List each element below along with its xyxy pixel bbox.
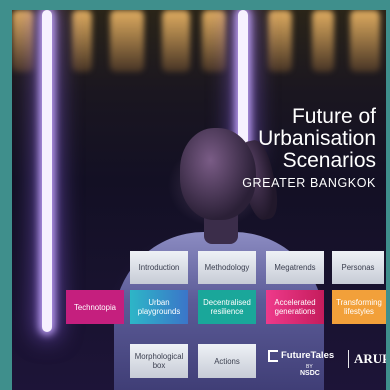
cover-image: Future of Urbanisation Scenarios GREATER… bbox=[12, 10, 386, 390]
window-light bbox=[162, 10, 190, 72]
technotopia-label: Technotopia bbox=[73, 302, 117, 312]
label-line: Urban bbox=[148, 298, 170, 307]
futuretales-name: FutureTales bbox=[281, 350, 335, 361]
window-light bbox=[72, 10, 92, 72]
person-head bbox=[180, 128, 256, 220]
morphological-box-button[interactable]: Morphological box bbox=[130, 344, 188, 378]
arup-logo: ARUP bbox=[354, 351, 386, 366]
introduction-button[interactable]: Introduction bbox=[130, 251, 188, 284]
label-line: Morphological bbox=[134, 352, 184, 361]
megatrends-button[interactable]: Megatrends bbox=[266, 251, 324, 284]
label-line: box bbox=[152, 361, 166, 370]
label-line: resilience bbox=[210, 307, 244, 316]
personas-label: Personas bbox=[341, 263, 375, 272]
futuretales-logo: FutureTales BY NSDC bbox=[268, 348, 346, 382]
urban-playgrounds-label: Urban playgrounds bbox=[138, 298, 180, 316]
label-line: Decentralised bbox=[203, 298, 251, 307]
window-light bbox=[268, 10, 292, 72]
accelerated-generations-label: Accelerated generations bbox=[274, 298, 315, 316]
page-subtitle: GREATER BANGKOK bbox=[242, 176, 376, 190]
futuretales-mark-icon bbox=[268, 350, 278, 362]
transforming-lifestyles-label: Transforming lifestyles bbox=[336, 298, 382, 316]
label-line: generations bbox=[274, 307, 316, 316]
accelerated-generations-button[interactable]: Accelerated generations bbox=[266, 290, 324, 324]
decentralised-resilience-label: Decentralised resilience bbox=[203, 298, 251, 316]
methodology-button[interactable]: Methodology bbox=[198, 251, 256, 284]
introduction-label: Introduction bbox=[138, 263, 180, 272]
decentralised-resilience-button[interactable]: Decentralised resilience bbox=[198, 290, 256, 324]
urban-playgrounds-button[interactable]: Urban playgrounds bbox=[130, 290, 188, 324]
logo-divider bbox=[348, 350, 349, 368]
actions-button[interactable]: Actions bbox=[198, 344, 256, 378]
window-light bbox=[202, 10, 226, 72]
neon-tube-left bbox=[42, 10, 52, 332]
label-line: Transforming bbox=[336, 298, 382, 307]
morphological-box-label: Morphological box bbox=[135, 352, 184, 370]
megatrends-label: Megatrends bbox=[274, 263, 316, 272]
window-light bbox=[350, 10, 380, 72]
title-line: Urbanisation bbox=[258, 127, 376, 150]
actions-label: Actions bbox=[214, 356, 240, 366]
methodology-label: Methodology bbox=[204, 263, 250, 272]
page-title: Future of Urbanisation Scenarios bbox=[258, 106, 376, 172]
title-line: Scenarios bbox=[282, 149, 376, 172]
label-line: Accelerated bbox=[274, 298, 316, 307]
futuretales-org: NSDC bbox=[300, 370, 320, 377]
label-line: playgrounds bbox=[137, 307, 181, 316]
technotopia-button[interactable]: Technotopia bbox=[66, 290, 124, 324]
window-light bbox=[312, 10, 334, 72]
window-light bbox=[12, 10, 34, 72]
transforming-lifestyles-button[interactable]: Transforming lifestyles bbox=[332, 290, 386, 324]
label-line: lifestyles bbox=[344, 307, 374, 316]
title-line: Future of bbox=[291, 105, 376, 128]
personas-button[interactable]: Personas bbox=[332, 251, 384, 284]
window-light bbox=[110, 10, 144, 72]
